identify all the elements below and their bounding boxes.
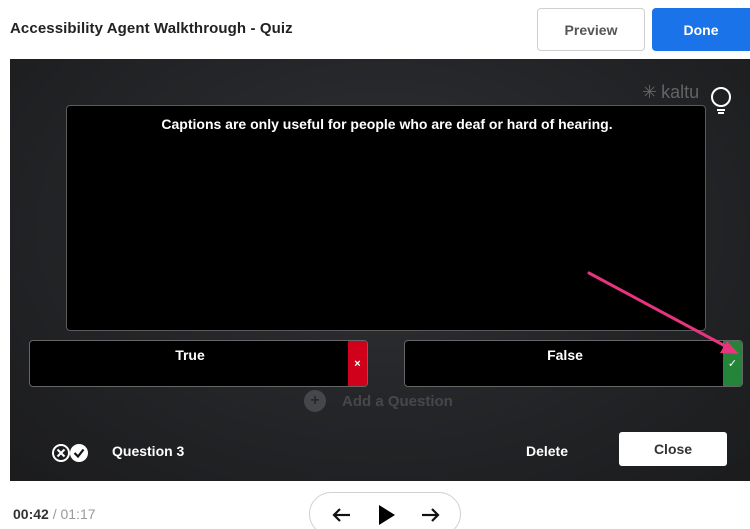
page-title: Accessibility Agent Walkthrough - Quiz	[10, 20, 293, 37]
total-time: 01:17	[60, 506, 96, 522]
current-time: 00:42	[13, 506, 49, 522]
check-icon: ✓	[727, 358, 738, 370]
playback-controls	[309, 492, 461, 529]
brand-watermark: ✳ kaltu	[642, 82, 699, 103]
add-question-label: Add a Question	[342, 392, 453, 410]
answer-label[interactable]: False	[405, 347, 725, 363]
playback-time: 00:42 / 01:17	[13, 506, 96, 522]
arrow-left-icon	[332, 508, 350, 522]
brand-logo-icon: ✳	[642, 82, 658, 102]
question-counter: Question 3	[112, 443, 185, 459]
play-icon	[379, 505, 395, 525]
preview-button[interactable]: Preview	[537, 8, 645, 51]
lightbulb-icon[interactable]	[708, 86, 734, 116]
question-box[interactable]: Captions are only useful for people who …	[66, 105, 706, 331]
close-button[interactable]: Close	[619, 432, 727, 466]
brand-text: kaltu	[661, 82, 700, 102]
delete-button[interactable]: Delete	[517, 443, 577, 459]
video-player: ✳ kaltu + Add a Question Captions are on…	[10, 59, 750, 481]
answer-label[interactable]: True	[30, 347, 350, 363]
close-icon: ×	[354, 357, 361, 370]
previous-button[interactable]	[330, 503, 354, 527]
question-text[interactable]: Captions are only useful for people who …	[67, 116, 707, 132]
correct-answer-marker[interactable]: ✓	[723, 341, 742, 386]
question-toolbar: Question 3 Delete Close	[10, 429, 750, 481]
time-separator: /	[52, 506, 57, 522]
done-button[interactable]: Done	[652, 8, 750, 51]
arrow-right-icon	[422, 508, 440, 522]
add-question-background: + Add a Question	[304, 390, 453, 412]
quiz-status-icon	[52, 444, 88, 462]
answer-option-true[interactable]: True ×	[29, 340, 368, 387]
plus-icon: +	[304, 390, 326, 412]
answer-option-false[interactable]: False ✓	[404, 340, 743, 387]
next-button[interactable]	[418, 503, 442, 527]
incorrect-answer-marker[interactable]: ×	[348, 341, 367, 386]
editor-header: Accessibility Agent Walkthrough - Quiz P…	[0, 0, 750, 58]
play-button[interactable]	[374, 503, 398, 527]
